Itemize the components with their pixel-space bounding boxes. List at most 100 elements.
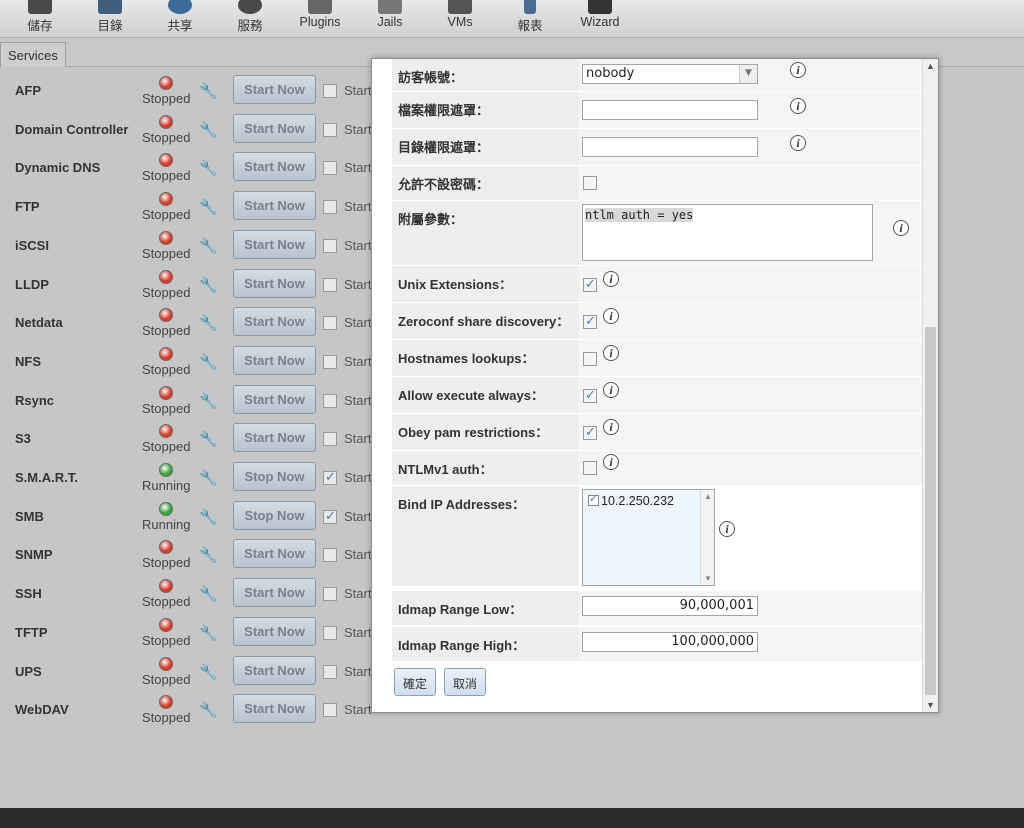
unix-extensions-checkbox[interactable] [583,276,597,292]
bind-ip-value: 10.2.250.232 [601,494,674,508]
aux-params-textarea[interactable]: ntlm auth = yes [582,204,873,261]
start-stop-button[interactable]: Start Now [233,75,316,104]
listbox-scrollbar[interactable]: ▲ ▼ [700,490,714,585]
start-on-boot-checkbox[interactable] [323,277,337,292]
start-on-boot-checkbox[interactable] [323,548,337,563]
start-on-boot-checkbox[interactable] [323,238,337,253]
start-stop-button[interactable]: Start Now [233,345,316,375]
hostnames-lookups-checkbox[interactable] [583,352,597,366]
start-stop-button[interactable]: Start Now [233,268,316,298]
scroll-down-icon[interactable]: ▼ [926,700,935,710]
start-stop-button[interactable]: Start Now [233,307,316,337]
allow-empty-password-checkbox[interactable] [583,176,597,190]
scroll-down-icon[interactable]: ▼ [704,574,712,583]
wrench-icon[interactable]: 🔧 [199,430,218,448]
wrench-icon[interactable]: 🔧 [199,353,218,371]
wrench-icon[interactable]: 🔧 [199,508,218,526]
start-stop-button[interactable]: Start Now [233,578,316,608]
start-on-boot-checkbox[interactable] [323,664,337,679]
start-on-boot-checkbox[interactable] [323,587,337,602]
start-stop-button[interactable]: Stop Now [233,462,316,491]
start-on-boot-checkbox[interactable] [323,122,337,137]
start-on-boot-checkbox[interactable] [323,393,337,408]
start-on-boot-checkbox[interactable] [323,84,337,98]
start-stop-button[interactable]: Start Now [233,384,316,414]
ok-button[interactable]: 確定 [394,668,436,696]
toolbar-services[interactable]: 服務 [215,0,285,38]
start-on-boot-checkbox[interactable] [323,625,337,640]
start-on-boot-checkbox[interactable] [323,703,337,718]
tab-services[interactable]: Services [0,42,66,68]
scroll-up-icon[interactable]: ▲ [704,492,712,501]
wrench-icon[interactable]: 🔧 [199,469,218,487]
wrench-icon[interactable]: 🔧 [199,121,218,139]
info-icon[interactable]: i [603,419,619,435]
wrench-icon[interactable]: 🔧 [199,314,218,332]
wrench-icon[interactable]: 🔧 [199,624,218,642]
start-stop-button[interactable]: Start Now [233,539,316,569]
info-icon[interactable]: i [603,345,619,361]
toolbar-sharing[interactable]: 共享 [145,0,215,38]
cancel-button[interactable]: 取消 [444,668,486,696]
info-icon[interactable]: i [719,521,735,537]
dir-mask-input[interactable] [582,137,758,157]
idmap-low-input[interactable]: 90,000,001 [582,596,758,616]
start-on-boot-checkbox[interactable] [323,469,337,485]
zeroconf-checkbox[interactable] [583,313,597,329]
toolbar-storage[interactable]: 儲存 [5,0,75,38]
toolbar-reporting[interactable]: 報表 [495,0,565,38]
wrench-icon[interactable]: 🔧 [199,701,218,719]
info-icon[interactable]: i [603,308,619,324]
info-icon[interactable]: i [603,382,619,398]
toolbar-vms[interactable]: VMs [425,0,495,38]
start-on-boot-checkbox[interactable] [323,354,337,369]
start-stop-button[interactable]: Start Now [233,152,316,182]
start-on-boot-checkbox[interactable] [323,161,337,176]
scroll-up-icon[interactable]: ▲ [926,61,935,71]
bind-ip-checkbox[interactable] [588,492,599,506]
file-mask-input[interactable] [582,100,758,120]
bind-ip-option[interactable]: 10.2.250.232 [588,492,674,508]
bind-ip-listbox[interactable]: 10.2.250.232 ▲ ▼ [582,489,715,586]
chevron-down-icon[interactable]: ▼ [739,65,757,83]
ntlmv1-checkbox[interactable] [583,461,597,475]
toolbar-plugins[interactable]: Plugins [285,0,355,38]
info-icon[interactable]: i [603,454,619,470]
wrench-icon[interactable]: 🔧 [199,585,218,603]
start-on-boot-checkbox[interactable] [323,316,337,331]
info-icon[interactable]: i [790,98,806,114]
start-stop-button[interactable]: Start Now [233,191,316,221]
toolbar-jails[interactable]: Jails [355,0,425,38]
dialog-scrollbar[interactable]: ▲ ▼ [922,59,938,712]
wrench-icon[interactable]: 🔧 [199,237,218,255]
info-icon[interactable]: i [603,271,619,287]
start-stop-button[interactable]: Start Now [233,694,316,724]
toolbar-label: 共享 [167,19,193,33]
info-icon[interactable]: i [893,220,909,236]
start-stop-button[interactable]: Stop Now [233,500,316,530]
idmap-high-input[interactable]: 100,000,000 [582,632,758,652]
start-stop-button[interactable]: Start Now [233,113,316,143]
wrench-icon[interactable]: 🔧 [199,198,218,216]
wrench-icon[interactable]: 🔧 [199,82,218,100]
obey-pam-checkbox[interactable] [583,424,597,440]
info-icon[interactable]: i [790,62,806,78]
guest-account-select[interactable]: nobody ▼ [582,64,758,84]
info-icon[interactable]: i [790,135,806,151]
allow-execute-always-checkbox[interactable] [583,387,597,403]
toolbar-wizard[interactable]: Wizard [565,0,635,38]
start-on-boot-checkbox[interactable] [323,432,337,447]
wrench-icon[interactable]: 🔧 [199,546,218,564]
start-stop-button[interactable]: Start Now [233,229,316,259]
scrollbar-thumb[interactable] [925,327,936,695]
start-on-boot-checkbox[interactable] [323,508,337,524]
start-stop-button[interactable]: Start Now [233,655,316,685]
wrench-icon[interactable]: 🔧 [199,392,218,410]
start-on-boot-checkbox[interactable] [323,200,337,215]
wrench-icon[interactable]: 🔧 [199,159,218,177]
wrench-icon[interactable]: 🔧 [199,276,218,294]
toolbar-directory[interactable]: 目錄 [75,0,145,38]
start-stop-button[interactable]: Start Now [233,423,316,453]
wrench-icon[interactable]: 🔧 [199,663,218,681]
start-stop-button[interactable]: Start Now [233,616,316,646]
